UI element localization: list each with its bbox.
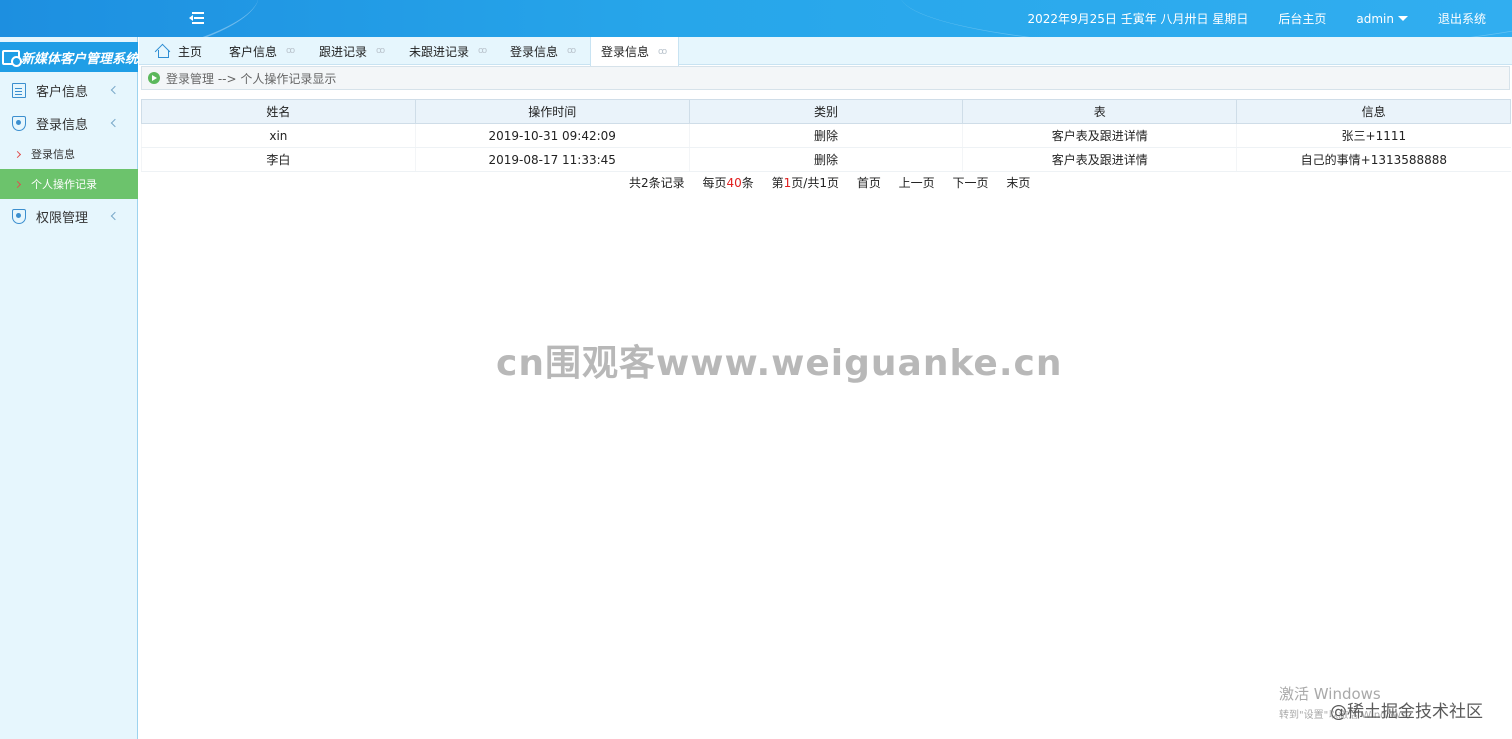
tab-label: 登录信息	[510, 44, 559, 59]
sidebar-item-customer-info[interactable]: 客户信息	[0, 75, 138, 105]
pager-per-page-count: 40	[726, 176, 742, 190]
site-watermark: cn围观客www.weiguanke.cn	[496, 343, 1063, 384]
column-header-name: 姓名	[141, 99, 416, 124]
tab-close-icon[interactable]: ꝏ	[567, 46, 576, 56]
table-cell: 删除	[688, 147, 963, 172]
tab-home[interactable]: 主页	[139, 37, 219, 65]
table-cell: 李白	[141, 147, 416, 172]
column-header-category: 类别	[688, 99, 964, 124]
table-cell: xin	[141, 123, 416, 148]
tab-close-icon[interactable]: ꝏ	[376, 46, 385, 56]
sidebar-subitem-label: 登录信息	[31, 148, 75, 161]
sidebar-item-label: 登录信息	[36, 117, 89, 133]
sidebar-item-permissions[interactable]: 权限管理	[0, 201, 138, 231]
app-logo: 新媒体客户管理系统	[0, 42, 138, 72]
tab-unfollowed-records[interactable]: 未跟进记录 ꝏ	[399, 37, 500, 65]
pager-total: 共2条记录	[629, 176, 685, 190]
tab-label: 登录信息	[601, 45, 650, 59]
column-header-table: 表	[962, 99, 1238, 124]
logout-link[interactable]: 退出系统	[1438, 10, 1486, 27]
pager-text: 条	[741, 176, 754, 190]
operation-log-table: 姓名 操作时间 类别 表 信息 xin 2019-10-31 09:42:09 …	[141, 99, 1511, 172]
pager-text: 条记录	[648, 176, 685, 190]
table-row: 李白 2019-08-17 11:33:45 删除 客户表及跟进详情 自己的事情…	[141, 147, 1511, 172]
home-icon	[155, 44, 171, 58]
sidebar-item-label: 客户信息	[36, 84, 89, 100]
juejin-watermark: @稀土掘金技术社区	[1330, 702, 1483, 722]
table-cell: 自己的事情+1313588888	[1236, 147, 1511, 172]
chevron-right-icon	[13, 150, 22, 158]
tab-label: 客户信息	[229, 44, 278, 59]
tab-customer-info[interactable]: 客户信息 ꝏ	[219, 37, 309, 65]
table-cell: 张三+1111	[1236, 123, 1511, 148]
sidebar-item-label: 权限管理	[36, 210, 89, 226]
app-title: 新媒体客户管理系统	[21, 51, 138, 67]
pager-text: 共	[629, 176, 642, 190]
chevron-left-icon	[110, 211, 120, 221]
column-header-time: 操作时间	[414, 99, 690, 124]
header-decoration	[0, 0, 265, 37]
chevron-right-icon	[13, 180, 22, 188]
breadcrumb: 登录管理 --> 个人操作记录显示	[141, 66, 1510, 90]
column-header-info: 信息	[1236, 99, 1511, 124]
tab-login-info[interactable]: 登录信息 ꝏ	[500, 37, 590, 65]
table-cell: 2019-10-31 09:42:09	[414, 123, 690, 148]
pager-text: 每页	[702, 176, 727, 190]
table-cell: 客户表及跟进详情	[962, 123, 1237, 148]
tab-close-icon[interactable]: ꝏ	[478, 46, 487, 56]
table-header-row: 姓名 操作时间 类别 表 信息	[141, 99, 1511, 124]
table-cell: 2019-08-17 11:33:45	[414, 147, 690, 172]
tab-follow-records[interactable]: 跟进记录 ꝏ	[309, 37, 399, 65]
tab-label: 跟进记录	[319, 44, 368, 59]
chevron-left-icon	[110, 118, 120, 128]
home-link[interactable]: 后台主页	[1278, 10, 1326, 27]
pager-next-link[interactable]: 下一页	[953, 176, 989, 190]
header-right: 2022年9月25日 壬寅年 八月卅日 星期日 后台主页 admin 退出系统	[1027, 0, 1486, 37]
pager-page-info: 第1页/共1页	[772, 176, 839, 190]
play-circle-icon	[148, 72, 160, 84]
pager-per-page: 每页40条	[703, 176, 754, 190]
table-cell: 客户表及跟进详情	[962, 147, 1237, 172]
pager-first-link[interactable]: 首页	[857, 176, 881, 190]
user-name: admin	[1356, 11, 1394, 26]
shield-icon	[12, 208, 26, 224]
tab-label: 主页	[178, 44, 203, 59]
menu-toggle-icon[interactable]	[189, 10, 207, 26]
breadcrumb-text: 登录管理 --> 个人操作记录显示	[166, 71, 337, 86]
user-menu[interactable]: admin	[1356, 12, 1408, 26]
sidebar-item-login-info[interactable]: 登录信息	[0, 108, 138, 138]
table-cell: 删除	[688, 123, 963, 148]
sidebar-subitem-login-info[interactable]: 登录信息	[0, 139, 138, 169]
document-icon	[12, 82, 26, 98]
pagination: 共2条记录 每页40条 第1页/共1页 首页 上一页 下一页 末页	[629, 174, 1044, 191]
pager-text: 页/共1页	[791, 176, 839, 190]
tab-close-icon[interactable]: ꝏ	[286, 46, 295, 56]
tab-label: 未跟进记录	[409, 44, 470, 59]
tab-close-icon[interactable]: ꝏ	[658, 47, 667, 57]
header-date: 2022年9月25日 壬寅年 八月卅日 星期日	[1027, 12, 1249, 26]
top-header: 2022年9月25日 壬寅年 八月卅日 星期日 后台主页 admin 退出系统	[0, 0, 1512, 37]
shield-icon	[12, 115, 26, 131]
table-row: xin 2019-10-31 09:42:09 删除 客户表及跟进详情 张三+1…	[141, 123, 1511, 148]
caret-down-icon	[1397, 15, 1408, 21]
tab-bar: 主页 客户信息 ꝏ 跟进记录 ꝏ 未跟进记录 ꝏ 登录信息 ꝏ 登录信息 ꝏ	[139, 37, 1512, 66]
chevron-left-icon	[110, 85, 120, 95]
pager-last-link[interactable]: 末页	[1006, 176, 1030, 190]
tab-login-info-active[interactable]: 登录信息 ꝏ	[590, 37, 679, 66]
pager-prev-link[interactable]: 上一页	[899, 176, 935, 190]
sidebar-subitem-label: 个人操作记录	[31, 178, 97, 191]
sidebar-subitem-personal-log[interactable]: 个人操作记录	[0, 169, 138, 199]
monitor-gear-icon	[2, 49, 22, 67]
sidebar: 新媒体客户管理系统 客户信息 登录信息 登录信息 个人操作记录 权限管理	[0, 37, 138, 739]
pager-text: 第	[771, 176, 784, 190]
pager-total-count: 2	[641, 176, 649, 190]
